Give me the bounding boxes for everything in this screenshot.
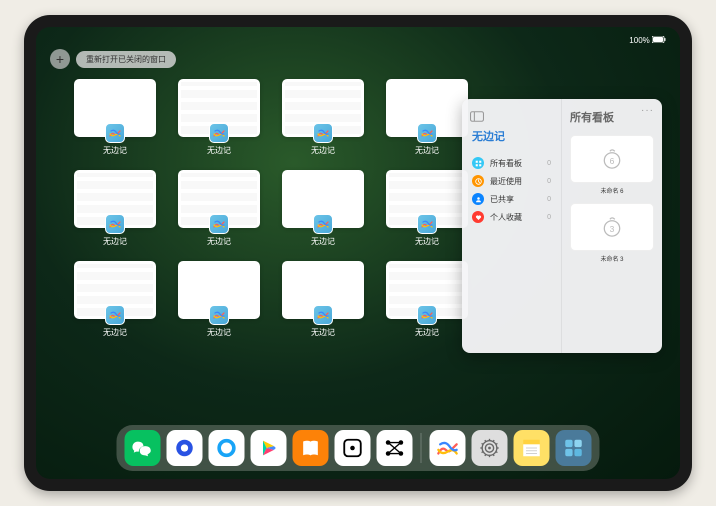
nav-label: 最近使用 (490, 176, 522, 187)
window-thumbnail[interactable]: 无边记 (386, 79, 468, 156)
board-item[interactable]: 3 未命名 3 (570, 203, 654, 263)
freeform-panel: 无边记 所有看板 0 最近使用 0 已共享 0 个人收藏 0 ··· 所有看板 6 未命名 6 3… (462, 99, 662, 353)
freeform-app-icon (313, 214, 333, 234)
freeform-app-icon (417, 214, 437, 234)
window-preview (178, 170, 260, 228)
window-preview (178, 79, 260, 137)
window-preview (282, 261, 364, 319)
board-thumbnail: 6 (570, 135, 654, 183)
nav-icon (472, 175, 484, 187)
svg-text:6: 6 (610, 156, 615, 166)
dock (117, 425, 600, 471)
window-label: 无边记 (311, 145, 335, 156)
window-preview (74, 170, 156, 228)
board-thumbnail: 3 (570, 203, 654, 251)
reopen-closed-window-button[interactable]: 重新打开已关闭的窗口 (76, 51, 176, 68)
nav-count: 0 (547, 178, 551, 185)
sidebar-toggle-icon[interactable] (470, 109, 484, 120)
freeform-app-icon (417, 305, 437, 325)
window-label: 无边记 (103, 236, 127, 247)
window-preview (386, 261, 468, 319)
window-thumbnail[interactable]: 无边记 (386, 170, 468, 247)
dock-books-icon[interactable] (293, 430, 329, 466)
board-item[interactable]: 6 未命名 6 (570, 135, 654, 195)
freeform-app-icon (417, 123, 437, 143)
window-thumbnail[interactable]: 无边记 (178, 79, 260, 156)
status-battery: 100% (629, 36, 666, 45)
window-label: 无边记 (207, 236, 231, 247)
dock-graph-icon[interactable] (377, 430, 413, 466)
window-label: 无边记 (207, 327, 231, 338)
window-thumbnail[interactable]: 无边记 (178, 261, 260, 338)
freeform-app-icon (209, 305, 229, 325)
sidebar-item-已共享[interactable]: 已共享 0 (470, 190, 553, 208)
nav-count: 0 (547, 196, 551, 203)
window-label: 无边记 (415, 236, 439, 247)
nav-icon (472, 193, 484, 205)
freeform-app-icon (313, 305, 333, 325)
svg-text:3: 3 (610, 224, 615, 234)
dock-play-icon[interactable] (251, 430, 287, 466)
nav-count: 0 (547, 160, 551, 167)
new-window-button[interactable]: + (50, 49, 70, 69)
board-label: 未命名 3 (570, 254, 654, 263)
nav-label: 所有看板 (490, 158, 522, 169)
freeform-app-icon (105, 123, 125, 143)
dock-wechat-icon[interactable] (125, 430, 161, 466)
dock-settings-icon[interactable] (472, 430, 508, 466)
sidebar-item-最近使用[interactable]: 最近使用 0 (470, 172, 553, 190)
dock-apps-folder-icon[interactable] (556, 430, 592, 466)
window-label: 无边记 (103, 327, 127, 338)
window-preview (282, 170, 364, 228)
window-thumbnail[interactable]: 无边记 (386, 261, 468, 338)
dock-freeform-icon[interactable] (430, 430, 466, 466)
freeform-app-icon (209, 123, 229, 143)
window-label: 无边记 (311, 327, 335, 338)
nav-label: 已共享 (490, 194, 514, 205)
nav-icon (472, 211, 484, 223)
panel-app-title: 无边记 (470, 128, 553, 144)
window-thumbnail[interactable]: 无边记 (282, 170, 364, 247)
dock-quark-icon[interactable] (167, 430, 203, 466)
panel-sidebar: 无边记 所有看板 0 最近使用 0 已共享 0 个人收藏 0 (462, 99, 562, 353)
freeform-app-icon (105, 305, 125, 325)
status-bar: 100% (36, 33, 680, 47)
window-thumbnail[interactable]: 无边记 (178, 170, 260, 247)
window-thumbnail[interactable]: 无边记 (282, 79, 364, 156)
window-thumbnail[interactable]: 无边记 (282, 261, 364, 338)
dock-notes-icon[interactable] (514, 430, 550, 466)
app-switcher-grid: 无边记无边记无边记无边记无边记无边记无边记无边记无边记无边记无边记无边记 (74, 79, 468, 338)
panel-content: ··· 所有看板 6未命名 63未命名 3 (562, 99, 662, 353)
window-label: 无边记 (207, 145, 231, 156)
dock-qqbrowser-icon[interactable] (209, 430, 245, 466)
window-preview (282, 79, 364, 137)
window-preview (74, 79, 156, 137)
dock-dice-icon[interactable] (335, 430, 371, 466)
nav-label: 个人收藏 (490, 212, 522, 223)
sidebar-item-所有看板[interactable]: 所有看板 0 (470, 154, 553, 172)
top-controls: + 重新打开已关闭的窗口 (50, 49, 176, 69)
window-preview (74, 261, 156, 319)
panel-more-icon[interactable]: ··· (641, 105, 654, 116)
freeform-app-icon (313, 123, 333, 143)
sidebar-item-个人收藏[interactable]: 个人收藏 0 (470, 208, 553, 226)
nav-count: 0 (547, 214, 551, 221)
window-label: 无边记 (311, 236, 335, 247)
window-thumbnail[interactable]: 无边记 (74, 79, 156, 156)
nav-icon (472, 157, 484, 169)
dock-separator (421, 433, 422, 463)
window-preview (386, 79, 468, 137)
board-label: 未命名 6 (570, 186, 654, 195)
window-thumbnail[interactable]: 无边记 (74, 170, 156, 247)
ipad-device-frame: 100% + 重新打开已关闭的窗口 无边记无边记无边记无边记无边记无边记无边记无… (24, 15, 692, 491)
window-preview (178, 261, 260, 319)
ipad-screen: 100% + 重新打开已关闭的窗口 无边记无边记无边记无边记无边记无边记无边记无… (36, 27, 680, 479)
freeform-app-icon (209, 214, 229, 234)
window-label: 无边记 (103, 145, 127, 156)
window-label: 无边记 (415, 327, 439, 338)
window-preview (386, 170, 468, 228)
window-thumbnail[interactable]: 无边记 (74, 261, 156, 338)
freeform-app-icon (105, 214, 125, 234)
window-label: 无边记 (415, 145, 439, 156)
